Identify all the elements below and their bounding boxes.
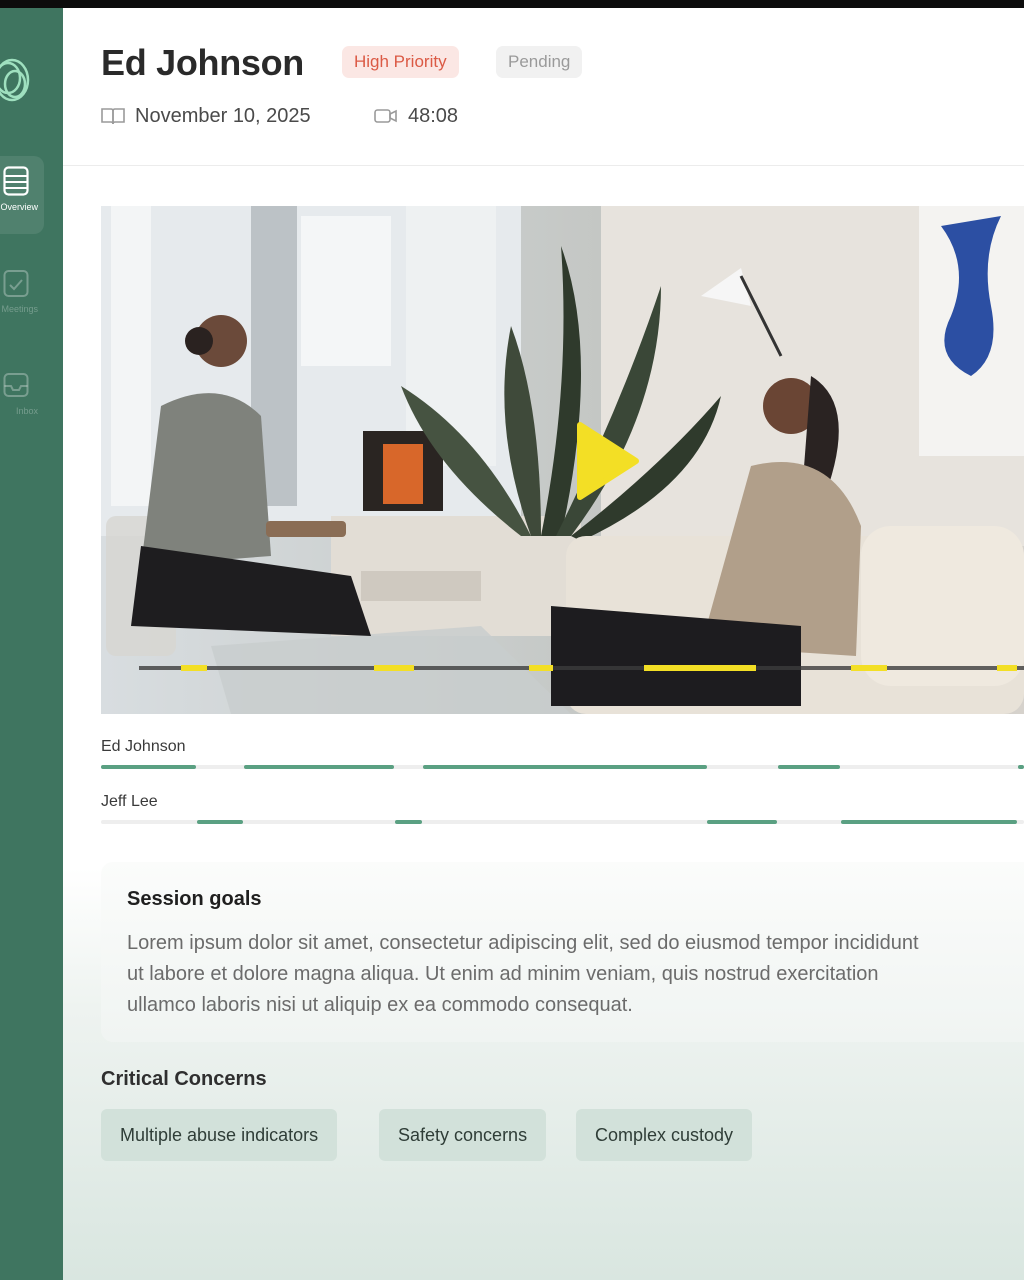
speech-segment <box>1018 765 1024 769</box>
scrubber-highlight <box>529 665 553 671</box>
window-top-bar <box>0 0 1024 8</box>
priority-badge: High Priority <box>342 46 459 78</box>
scrubber-highlight <box>181 665 207 671</box>
speech-segment <box>395 820 422 824</box>
sidebar: Overview Meetings Inbox <box>0 8 63 1280</box>
goals-line: Lorem ipsum dolor sit amet, consectetur … <box>127 932 919 954</box>
video-scrubber[interactable] <box>139 665 1024 671</box>
page-title: Ed Johnson <box>101 42 304 83</box>
video-player[interactable] <box>101 206 1024 714</box>
inbox-icon <box>3 373 29 397</box>
concern-tag[interactable]: Complex custody <box>576 1109 753 1161</box>
speech-segment <box>197 820 243 824</box>
speech-segment <box>778 765 840 769</box>
session-duration: 48:08 <box>374 104 458 128</box>
speech-segment <box>101 765 196 769</box>
session-header: Ed Johnson High Priority Pending Novembe… <box>63 8 1024 166</box>
scrubber-highlight <box>644 665 756 671</box>
play-icon[interactable] <box>574 421 640 501</box>
sidebar-item-inbox[interactable]: Inbox <box>0 360 44 438</box>
sidebar-item-label: Overview <box>0 202 38 212</box>
status-badge: Pending <box>496 46 583 78</box>
speaker-timeline-jeff-lee[interactable] <box>101 820 1024 824</box>
critical-concerns-title: Critical Concerns <box>101 1068 267 1090</box>
concern-tag[interactable]: Multiple abuse indicators <box>101 1109 338 1161</box>
main-content: Ed Johnson High Priority Pending Novembe… <box>63 8 1024 1280</box>
concern-tag[interactable]: Safety concerns <box>379 1109 547 1161</box>
speech-segment <box>423 765 707 769</box>
speaker-timeline-ed-johnson[interactable] <box>101 765 1024 769</box>
session-date: November 10, 2025 <box>101 104 311 128</box>
speaker-label: Ed Johnson <box>101 738 186 755</box>
calendar-icon <box>101 108 125 125</box>
video-camera-icon <box>374 109 397 123</box>
speech-segment <box>244 765 394 769</box>
duration-text: 48:08 <box>408 104 459 127</box>
sidebar-item-overview[interactable]: Overview <box>0 156 44 234</box>
goals-line: ullamco laboris nisi ut aliquip ex ea co… <box>127 994 633 1016</box>
sidebar-item-meetings[interactable]: Meetings <box>0 258 44 336</box>
speaker-label: Jeff Lee <box>101 793 158 810</box>
list-icon <box>3 166 29 196</box>
session-goals-title: Session goals <box>127 888 262 910</box>
session-goals-card: Session goals Lorem ipsum dolor sit amet… <box>101 862 1024 1042</box>
sidebar-item-label: Inbox <box>15 406 38 416</box>
speech-segment <box>707 820 777 824</box>
calendar-check-icon <box>3 270 29 297</box>
speech-segment <box>841 820 1017 824</box>
sidebar-item-label: Meetings <box>1 304 38 314</box>
scrubber-highlight <box>374 665 414 671</box>
scrubber-highlight <box>997 665 1017 671</box>
video-thumbnail <box>101 206 1024 714</box>
session-goals-text: Lorem ipsum dolor sit amet, consectetur … <box>127 928 1024 1021</box>
goals-line: ut labore et dolore magna aliqua. Ut eni… <box>127 963 879 985</box>
date-text: November 10, 2025 <box>135 104 311 127</box>
brand-logo-icon <box>0 58 30 102</box>
scrubber-highlight <box>851 665 887 671</box>
